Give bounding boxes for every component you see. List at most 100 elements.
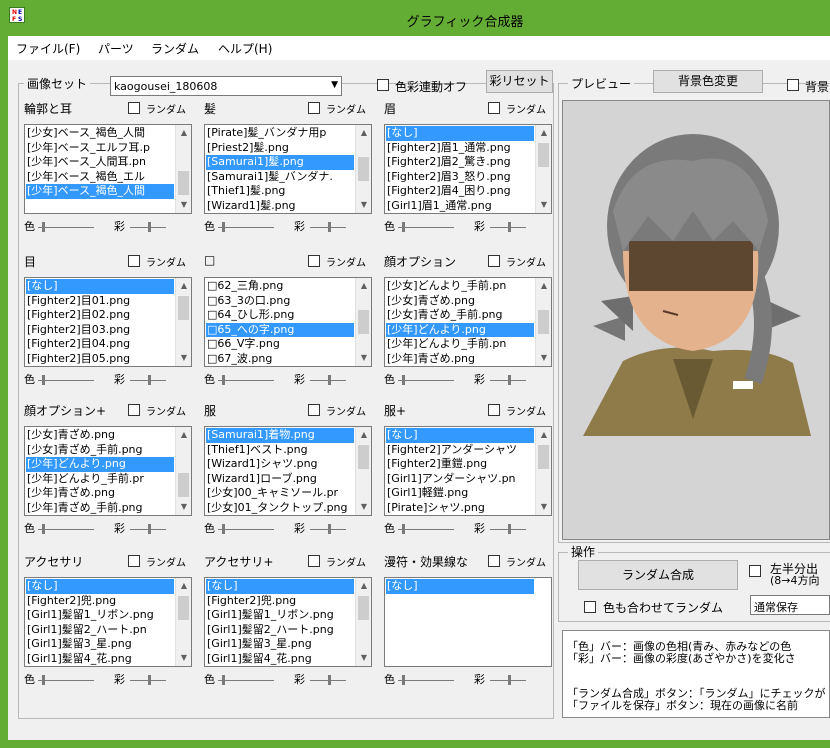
list-scrollbar[interactable]: ▲ ▼ xyxy=(355,125,371,213)
scroll-thumb[interactable] xyxy=(178,596,189,620)
scroll-thumb[interactable] xyxy=(358,157,369,181)
list-item[interactable]: [Fighter2]兜.png xyxy=(26,594,174,609)
saturation-slider-knob[interactable] xyxy=(148,524,151,534)
bg-checkbox[interactable] xyxy=(787,79,799,91)
list-scrollbar[interactable]: ▲ ▼ xyxy=(355,278,371,366)
saturation-slider-knob[interactable] xyxy=(328,375,331,385)
list-item[interactable]: [Fighter2]眉1_通常.png xyxy=(386,141,534,156)
scroll-thumb[interactable] xyxy=(538,310,549,334)
color-slider-track[interactable] xyxy=(218,380,274,381)
part-random-checkbox[interactable] xyxy=(128,404,140,416)
list-item[interactable]: [Thief1]ベスト.png xyxy=(206,443,354,458)
list-item[interactable]: [Thief1]髪.png xyxy=(206,184,354,199)
list-item[interactable]: [少年]ベース_エルフ耳.p xyxy=(26,141,174,156)
list-scrollbar[interactable]: ▲ ▼ xyxy=(355,578,371,666)
part-listbox[interactable]: [なし] [Fighter2]眉1_通常.png [Fighter2]眉2_驚き.p… xyxy=(384,124,552,214)
color-slider-track[interactable] xyxy=(38,529,94,530)
part-listbox[interactable]: [なし] xyxy=(384,577,552,667)
part-random-checkbox[interactable] xyxy=(308,102,320,114)
list-item[interactable]: [少年]ベース_褐色_人間 xyxy=(26,184,174,199)
menu-file[interactable]: ファイル(F) xyxy=(16,40,80,57)
part-random-checkbox[interactable] xyxy=(308,255,320,267)
scroll-thumb[interactable] xyxy=(178,171,189,195)
list-scrollbar[interactable]: ▲ ▼ xyxy=(535,125,551,213)
list-item[interactable]: [Girl1]髪留2_ハート.png xyxy=(206,623,354,638)
menu-parts[interactable]: パーツ xyxy=(98,40,134,57)
saturation-slider-knob[interactable] xyxy=(508,675,511,685)
list-item[interactable]: [Girl1]アンダーシャツ.pn xyxy=(386,472,534,487)
color-slider-track[interactable] xyxy=(398,227,454,228)
list-item[interactable]: □64_ひし形.png xyxy=(206,308,354,323)
list-item[interactable]: [少女]青ざめ.png xyxy=(386,294,534,309)
color-slider-knob[interactable] xyxy=(402,524,405,534)
saturation-slider-knob[interactable] xyxy=(148,675,151,685)
list-item[interactable]: [少女]どんより_手前.pn xyxy=(386,279,534,294)
list-item[interactable]: [Priest2]髪.png xyxy=(206,141,354,156)
list-item[interactable]: [なし] xyxy=(206,579,354,594)
part-listbox[interactable]: [少女]どんより_手前.pn [少女]青ざめ.png [少女]青ざめ_手前.png[… xyxy=(384,277,552,367)
list-item[interactable]: □62_三角.png xyxy=(206,279,354,294)
chevron-up-icon[interactable]: ▲ xyxy=(176,427,191,443)
list-item[interactable]: [Pirate]シャツ.png xyxy=(386,501,534,515)
scroll-thumb[interactable] xyxy=(178,473,189,497)
split-checkbox[interactable] xyxy=(749,565,761,577)
saturation-reset-button[interactable]: 彩リセット xyxy=(486,70,553,93)
list-scrollbar[interactable]: ▲ ▼ xyxy=(175,278,191,366)
list-item[interactable]: [少年]青ざめ.png xyxy=(386,352,534,366)
list-item[interactable]: [Fighter2]眉3_怒り.png xyxy=(386,170,534,185)
list-item[interactable]: [Girl1]髪留3_星.png xyxy=(206,637,354,652)
color-slider-track[interactable] xyxy=(38,380,94,381)
part-random-checkbox[interactable] xyxy=(128,555,140,567)
list-item[interactable]: [Fighter2]目04.png xyxy=(26,337,174,352)
saturation-slider-knob[interactable] xyxy=(508,375,511,385)
random-compose-button[interactable]: ランダム合成 xyxy=(578,560,738,590)
part-random-checkbox[interactable] xyxy=(128,102,140,114)
color-slider-knob[interactable] xyxy=(402,375,405,385)
saturation-slider-knob[interactable] xyxy=(148,222,151,232)
list-item[interactable]: [少年]どんより_手前.pr xyxy=(26,472,174,487)
scroll-thumb[interactable] xyxy=(538,445,549,469)
color-slider-knob[interactable] xyxy=(42,675,45,685)
list-item[interactable]: [Wizard1]ローブ.png xyxy=(206,472,354,487)
color-slider-knob[interactable] xyxy=(42,524,45,534)
list-item[interactable]: [Fighter2]兜.png xyxy=(206,594,354,609)
chevron-down-icon[interactable]: ▼ xyxy=(536,197,551,213)
color-link-checkbox[interactable] xyxy=(377,79,389,91)
color-slider-track[interactable] xyxy=(398,529,454,530)
chevron-up-icon[interactable]: ▲ xyxy=(176,125,191,141)
chevron-up-icon[interactable]: ▲ xyxy=(536,125,551,141)
list-item[interactable]: [Fighter2]目02.png xyxy=(26,308,174,323)
list-item[interactable]: [少年]どんより.png xyxy=(26,457,174,472)
list-item[interactable]: [Fighter2]目05.png xyxy=(26,352,174,366)
list-scrollbar[interactable]: ▲ ▼ xyxy=(535,427,551,515)
chevron-up-icon[interactable]: ▲ xyxy=(536,427,551,443)
list-item[interactable]: [Girl1]髪留4_花.png xyxy=(206,652,354,666)
saturation-slider-knob[interactable] xyxy=(328,524,331,534)
list-item[interactable]: [なし] xyxy=(26,579,174,594)
scroll-thumb[interactable] xyxy=(358,445,369,469)
chevron-up-icon[interactable]: ▲ xyxy=(356,427,371,443)
list-item[interactable]: [Samurai1]髪_バンダナ. xyxy=(206,170,354,185)
chevron-down-icon[interactable]: ▼ xyxy=(356,197,371,213)
list-item[interactable]: [Pirate]髪_バンダナ用p xyxy=(206,126,354,141)
save-mode-combo[interactable]: 通常保存 xyxy=(750,595,830,615)
part-listbox[interactable]: □62_三角.png □63_3の口.png □64_ひし形.png □65_への字.… xyxy=(204,277,372,367)
color-slider-knob[interactable] xyxy=(402,675,405,685)
part-listbox[interactable]: [なし] [Fighter2]兜.png [Girl1]髪留1_リボン.png [Gi… xyxy=(204,577,372,667)
list-item[interactable]: [少女]青ざめ_手前.png xyxy=(26,443,174,458)
list-item[interactable]: [Fighter2]目03.png xyxy=(26,323,174,338)
list-item[interactable]: [少年]青ざめ.png xyxy=(26,486,174,501)
list-item[interactable]: [少女]青ざめ.png xyxy=(26,428,174,443)
scroll-thumb[interactable] xyxy=(538,143,549,167)
chevron-down-icon[interactable]: ▼ xyxy=(356,350,371,366)
list-item[interactable]: [なし] xyxy=(386,579,534,594)
list-item[interactable]: [Girl1]眉1_通常.png xyxy=(386,199,534,213)
menu-random[interactable]: ランダム xyxy=(151,40,199,57)
chevron-up-icon[interactable]: ▲ xyxy=(536,278,551,294)
list-item[interactable]: [なし] xyxy=(26,279,174,294)
part-random-checkbox[interactable] xyxy=(488,255,500,267)
scroll-thumb[interactable] xyxy=(358,310,369,334)
list-scrollbar[interactable]: ▲ ▼ xyxy=(175,578,191,666)
part-listbox[interactable]: [少女]青ざめ.png [少女]青ざめ_手前.png [少年]どんより.png [少年… xyxy=(24,426,192,516)
chevron-down-icon[interactable]: ▼ xyxy=(176,197,191,213)
